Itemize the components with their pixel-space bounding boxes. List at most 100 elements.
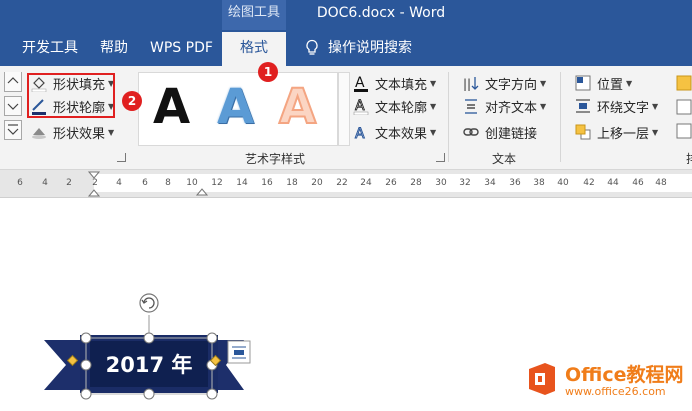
group-separator: [560, 72, 561, 162]
ruler-tick-label: 36: [509, 178, 521, 188]
svg-text:A: A: [355, 75, 365, 91]
ruler-tick-label: 4: [116, 178, 122, 188]
tab-developer[interactable]: 开发工具: [22, 30, 78, 66]
dropdown-caret-icon: ▼: [540, 101, 547, 111]
horizontal-ruler[interactable]: 6 4 2 2 4 6 8 10 12 14 16 18 20 22 24 26 28 30 32 34 36 38 40 4…: [0, 170, 692, 198]
shape-style-scroll-up[interactable]: [4, 72, 22, 92]
ruler-tick-label: 44: [607, 178, 619, 188]
ruler-tick-label: 18: [286, 178, 298, 188]
text-effects-button[interactable]: A 文本效果 ▼: [352, 121, 437, 143]
ruler-tick-label: 46: [632, 178, 644, 188]
right-indent-marker-icon[interactable]: [196, 182, 208, 196]
office-logo-icon: [529, 363, 555, 395]
wordart-styles-group-label: 艺术字样式: [245, 152, 306, 166]
ruler-tick-label: 30: [435, 178, 447, 188]
resize-handle-bottom[interactable]: [143, 388, 155, 400]
resize-handle-bottom-left[interactable]: [80, 388, 92, 400]
ruler-tick-label: 16: [261, 178, 273, 188]
wordart-style-black[interactable]: A: [153, 79, 190, 135]
bring-forward-button[interactable]: 上移一层 ▼: [574, 121, 658, 143]
text-effects-label: 文本效果: [375, 126, 428, 142]
wordart-style-gallery[interactable]: A A A: [138, 72, 338, 146]
text-effects-icon: A: [355, 126, 366, 142]
site-watermark: Office教程网 www.office26.com: [525, 360, 684, 398]
lightbulb-icon: [306, 39, 318, 55]
shape-style-more[interactable]: [4, 120, 22, 140]
text-outline-label: 文本轮廓: [375, 100, 428, 116]
create-link-button[interactable]: 创建链接: [462, 121, 537, 143]
dropdown-caret-icon: ▼: [108, 78, 115, 88]
banner-text[interactable]: 2017 年: [106, 353, 193, 377]
dropdown-caret-icon: ▼: [430, 101, 437, 111]
svg-text:A: A: [355, 126, 365, 141]
resize-handle-top[interactable]: [143, 332, 155, 344]
resize-handle-left[interactable]: [80, 359, 92, 371]
more-gallery-icon: [7, 124, 19, 135]
ruler-tick-label: 10: [186, 178, 198, 188]
tell-me-search[interactable]: 操作说明搜索: [304, 30, 412, 66]
resize-handle-top-right[interactable]: [206, 332, 218, 344]
resize-handle-top-left[interactable]: [80, 332, 92, 344]
tab-wps-pdf[interactable]: WPS PDF: [150, 30, 213, 66]
tab-format[interactable]: 格式: [222, 32, 286, 66]
text-direction-icon: ||: [463, 77, 479, 91]
dropdown-caret-icon: ▼: [430, 127, 437, 137]
dropdown-caret-icon: ▼: [652, 101, 659, 111]
text-fill-button[interactable]: A 文本填充 ▼: [352, 72, 436, 94]
layout-options-icon[interactable]: [227, 340, 251, 364]
wrap-text-button[interactable]: 环绕文字 ▼: [574, 95, 658, 117]
dropdown-caret-icon: ▼: [108, 127, 115, 137]
ruler-tick-label: 32: [459, 178, 471, 188]
ruler-tick-label: 40: [557, 178, 569, 188]
chevron-up-icon: [7, 77, 19, 84]
ruler-tick-label: 24: [360, 178, 372, 188]
ruler-tick-label: 2: [66, 178, 72, 188]
bring-forward-icon: [575, 124, 591, 140]
title-bar: 绘图工具 DOC6.docx - Word: [0, 0, 692, 30]
dropdown-caret-icon: ▼: [430, 78, 437, 88]
position-button[interactable]: 位置 ▼: [574, 72, 632, 94]
chain-link-icon: [463, 128, 479, 136]
group-objects-icon[interactable]: [676, 122, 692, 140]
wrap-text-label: 环绕文字: [597, 100, 650, 116]
text-fill-label: 文本填充: [375, 77, 428, 93]
ruler-tick-label: 42: [583, 178, 595, 188]
align-objects-icon[interactable]: [676, 98, 692, 116]
annotation-callout-2: 2: [122, 91, 142, 111]
shape-style-scroll-down[interactable]: [4, 96, 22, 116]
chevron-down-icon: [7, 103, 19, 110]
ruler-tick-label: 8: [165, 178, 171, 188]
ruler-tick-label: 2: [92, 178, 98, 188]
shape-styles-dialog-launcher[interactable]: [117, 153, 126, 162]
bring-forward-label: 上移一层: [597, 126, 650, 142]
wrap-text-icon: [576, 99, 590, 113]
shape-outline-button[interactable]: 形状轮廓 ▼: [30, 95, 114, 117]
align-text-button[interactable]: 对齐文本 ▼: [462, 95, 546, 117]
ruler-tick-label: 34: [484, 178, 496, 188]
rotate-handle-icon[interactable]: [139, 293, 159, 313]
tab-help[interactable]: 帮助: [100, 30, 128, 66]
tell-me-search-label: 操作说明搜索: [328, 40, 412, 56]
arrange-group-label: 排: [686, 150, 692, 167]
wordart-style-blue[interactable]: A: [217, 79, 254, 135]
align-text-icon: [465, 99, 477, 114]
ribbon-format: 形状填充 ▼ 形状轮廓 ▼ 形状效果 ▼ A A A A 文本填充 ▼ A 文本…: [0, 66, 692, 170]
wordart-gallery-scroll[interactable]: [338, 72, 350, 146]
text-direction-button[interactable]: || 文字方向 ▼: [462, 72, 546, 94]
ruler-tick-label: 6: [17, 178, 23, 188]
ruler-tick-label: 26: [385, 178, 397, 188]
watermark-brand: Office教程网: [565, 364, 684, 386]
dropdown-caret-icon: ▼: [652, 127, 659, 137]
shape-fill-button[interactable]: 形状填充 ▼: [30, 72, 114, 94]
ruler-tick-label: 6: [142, 178, 148, 188]
wordart-styles-dialog-launcher[interactable]: [436, 153, 445, 162]
text-outline-button[interactable]: A 文本轮廓 ▼: [352, 95, 436, 117]
ruler-tick-label: 14: [236, 178, 248, 188]
svg-text:A: A: [355, 98, 365, 114]
ruler-tick-label: 20: [311, 178, 323, 188]
resize-handle-bottom-right[interactable]: [206, 388, 218, 400]
selection-pane-icon[interactable]: [676, 74, 692, 92]
shape-effects-button[interactable]: 形状效果 ▼: [30, 121, 114, 143]
ruler-tick-label: 38: [533, 178, 545, 188]
wordart-style-orange-outline[interactable]: A: [278, 78, 317, 136]
